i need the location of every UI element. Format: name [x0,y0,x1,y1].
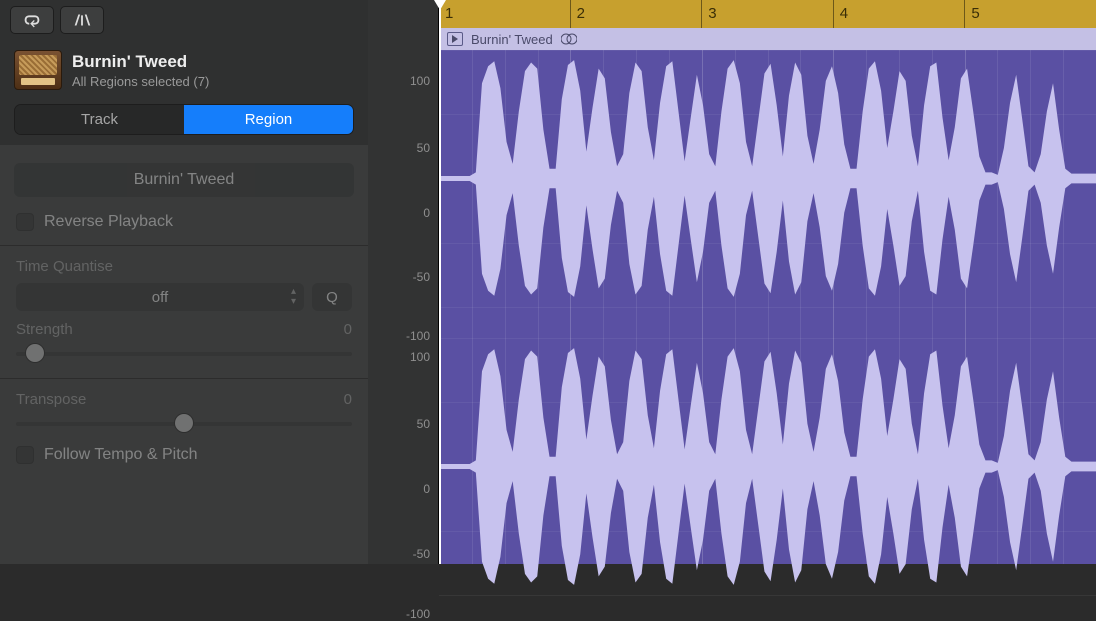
quantise-now-button[interactable]: Q [312,283,352,311]
audio-editor: 100500-50-100100500-50-100 12345 Burnin'… [368,0,1096,564]
region-strip-name: Burnin' Tweed [471,32,553,47]
bar-marker[interactable]: 3 [701,0,833,28]
strength-slider[interactable] [16,344,352,362]
time-quantise-select[interactable]: off ▴▾ [16,283,304,311]
playhead[interactable] [439,0,441,564]
bar-marker[interactable]: 2 [570,0,702,28]
bar-marker[interactable]: 5 [964,0,1096,28]
loop-tool-button[interactable] [10,6,54,34]
bar-ruler[interactable]: 12345 [439,0,1096,28]
time-quantise-label: Time Quantise [16,258,352,275]
reverse-playback-checkbox[interactable] [16,213,34,231]
waveform-left-channel [439,50,1096,307]
flex-tool-button[interactable] [60,6,104,34]
axis-tick: 50 [417,141,430,155]
inspector-tabs: Track Region [14,104,354,135]
axis-tick: 100 [410,350,430,364]
chevron-up-down-icon: ▴▾ [291,287,296,307]
stereo-icon [561,32,577,46]
axis-tick: -50 [413,547,430,561]
reverse-playback-label: Reverse Playback [44,213,173,231]
amplitude-axis: 100500-50-100100500-50-100 [368,0,438,564]
track-icon [14,50,62,90]
region-title: Burnin' Tweed [72,52,209,72]
strength-label: Strength [16,321,73,338]
bar-marker[interactable]: 1 [439,0,570,28]
play-icon [447,32,463,46]
axis-tick: 0 [423,206,430,220]
transpose-slider[interactable] [16,414,352,432]
strength-value: 0 [344,321,352,338]
axis-tick: -100 [406,329,430,343]
transpose-value: 0 [344,391,352,408]
axis-tick: 50 [417,417,430,431]
axis-tick: 100 [410,74,430,88]
follow-tempo-checkbox[interactable] [16,446,34,464]
waveform-surface[interactable] [439,50,1096,564]
inspector-panel: Burnin' Tweed All Regions selected (7) T… [0,0,368,564]
waveform-area[interactable]: 12345 Burnin' Tweed [438,0,1096,564]
region-name-field[interactable]: Burnin' Tweed [14,163,354,197]
follow-tempo-label: Follow Tempo & Pitch [44,446,198,464]
region-subtitle: All Regions selected (7) [72,74,209,89]
region-header-strip[interactable]: Burnin' Tweed [439,28,1096,50]
axis-tick: 0 [423,482,430,496]
axis-tick: -50 [413,270,430,284]
tab-region[interactable]: Region [184,105,353,134]
bar-marker[interactable]: 4 [833,0,965,28]
axis-tick: -100 [406,607,430,621]
tab-track[interactable]: Track [15,105,184,134]
waveform-right-channel [439,338,1096,595]
transpose-label: Transpose [16,391,86,408]
